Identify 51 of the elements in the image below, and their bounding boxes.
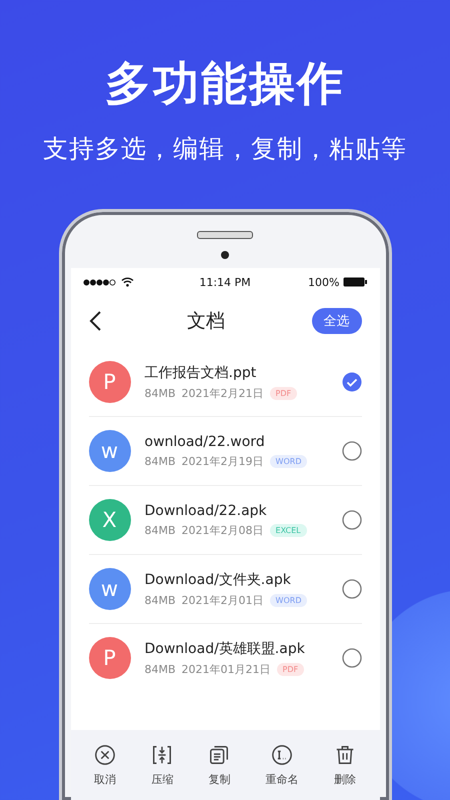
file-date: 2021年2月19日 xyxy=(182,454,264,468)
rename-icon xyxy=(271,744,294,766)
camera-icon xyxy=(221,251,229,259)
file-size: 84MB xyxy=(144,662,176,676)
file-tag: PDF xyxy=(276,662,304,676)
battery-icon xyxy=(343,277,368,287)
signal-icon xyxy=(82,278,116,286)
file-date: 2021年2月08日 xyxy=(182,522,264,538)
file-date: 2021年2月21日 xyxy=(182,386,264,400)
select-all-button[interactable]: 全选 xyxy=(312,308,362,334)
toolbar-button[interactable]: 复制 xyxy=(208,744,230,786)
file-tag: PDF xyxy=(270,386,298,400)
copy-icon xyxy=(208,744,230,766)
page-title: 文档 xyxy=(187,309,225,334)
back-icon[interactable] xyxy=(88,311,100,331)
file-date: 2021年2月01日 xyxy=(182,592,264,608)
file-size: 84MB xyxy=(144,524,176,536)
toolbar-button[interactable]: 取消 xyxy=(94,744,116,786)
select-checkbox[interactable] xyxy=(342,510,362,530)
select-checkbox[interactable] xyxy=(342,579,362,599)
file-name: ownload/22.word xyxy=(144,434,266,450)
file-tag: WORD xyxy=(270,594,308,606)
file-type-avatar: w xyxy=(88,568,130,610)
select-checkbox[interactable] xyxy=(342,372,362,392)
file-type-avatar: P xyxy=(88,637,130,679)
file-type-avatar: w xyxy=(88,430,130,472)
toolbar-button[interactable]: 重命名 xyxy=(266,744,299,786)
file-tag: EXCEL xyxy=(270,524,307,536)
file-size: 84MB xyxy=(144,454,176,468)
file-tag: WORD xyxy=(270,454,308,468)
file-type-avatar: P xyxy=(88,361,130,403)
file-date: 2021年01月21日 xyxy=(182,662,271,676)
select-checkbox[interactable] xyxy=(342,441,362,461)
file-name: Download/英雄联盟.apk xyxy=(144,640,306,658)
subtitle: 支持多选，编辑，复制，粘贴等 xyxy=(43,133,407,165)
status-time: 11:14 PM xyxy=(199,276,251,288)
file-name: Download/22.apk xyxy=(144,502,268,518)
file-type-avatar: X xyxy=(88,499,130,541)
file-size: 84MB xyxy=(144,386,176,400)
speaker-icon xyxy=(197,231,253,239)
select-checkbox[interactable] xyxy=(342,648,362,668)
file-name: 工作报告文档.ppt xyxy=(144,364,258,382)
wifi-icon xyxy=(120,277,134,287)
toolbar-button[interactable]: 压缩 xyxy=(151,744,174,786)
compress-icon xyxy=(151,744,174,766)
toolbar-button[interactable]: 删除 xyxy=(334,744,356,786)
battery-percent: 100% xyxy=(308,276,340,288)
cancel-icon xyxy=(94,744,116,766)
file-size: 84MB xyxy=(144,594,176,606)
headline: 多功能操作 xyxy=(105,55,345,111)
file-name: Download/文件夹.apk xyxy=(144,570,292,588)
